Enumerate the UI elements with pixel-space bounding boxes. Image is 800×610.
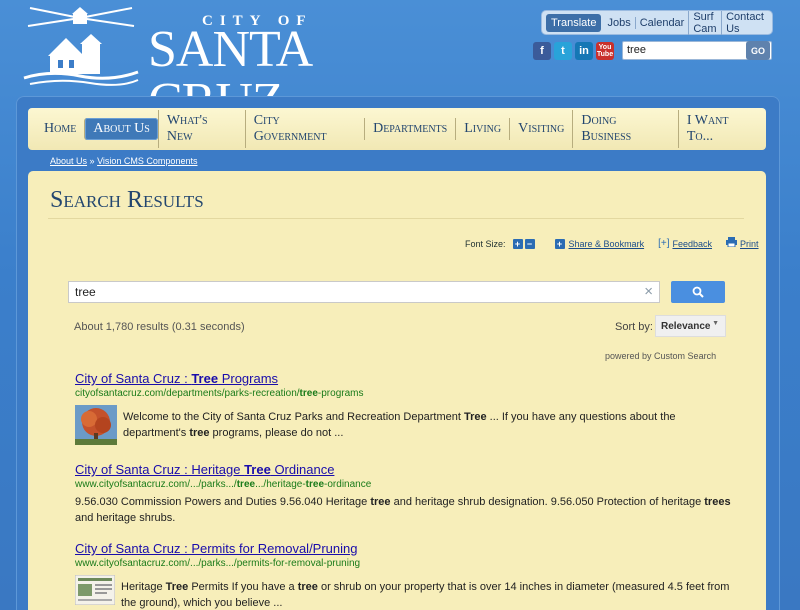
breadcrumb: About Us » Vision CMS Components	[50, 156, 197, 166]
powered-by-brand: Custom Search	[654, 351, 717, 361]
result-title-link[interactable]: City of Santa Cruz : Heritage Tree Ordin…	[75, 462, 735, 477]
site-logo[interactable]: CITY OF SANTA CRUZ	[20, 4, 440, 128]
nav-about-us[interactable]: About Us	[84, 118, 158, 140]
surf-cam-link[interactable]: Surf Cam	[688, 10, 721, 35]
breadcrumb-separator: »	[89, 156, 95, 166]
search-result: City of Santa Cruz : Tree Programs cityo…	[75, 371, 735, 445]
chevron-down-icon: ▼	[712, 320, 719, 327]
breadcrumb-vision-cms[interactable]: Vision CMS Components	[97, 156, 197, 166]
facebook-icon[interactable]: f	[533, 42, 551, 60]
print-link[interactable]: Print	[740, 239, 759, 249]
sort-by-label: Sort by:	[615, 321, 653, 333]
calendar-link[interactable]: Calendar	[634, 16, 689, 29]
result-snippet: Heritage Tree Permits If you have a tree…	[121, 581, 730, 609]
nav-visiting[interactable]: Visiting	[509, 118, 572, 140]
nav-living[interactable]: Living	[455, 118, 509, 140]
feedback-icon: [+]	[658, 238, 670, 249]
search-query-text: tree	[75, 285, 96, 299]
result-snippet: Welcome to the City of Santa Cruz Parks …	[123, 411, 676, 439]
linkedin-icon[interactable]: in	[575, 42, 593, 60]
main-navigation: Home About Us What's New City Government…	[28, 108, 766, 150]
font-size-label: Font Size:	[465, 238, 506, 249]
magnifier-icon	[692, 286, 704, 298]
sort-select[interactable]: Relevance ▼	[655, 315, 726, 337]
font-decrease-icon[interactable]: −	[524, 238, 535, 249]
utility-nav: Translate Jobs Calendar Surf Cam Contact…	[541, 10, 773, 35]
social-links: f t in You Tube	[533, 42, 614, 60]
result-thumbnail-tree-image	[75, 405, 117, 445]
translate-button[interactable]: Translate	[546, 13, 602, 32]
jobs-link[interactable]: Jobs	[603, 17, 634, 29]
feedback-link[interactable]: Feedback	[672, 239, 712, 249]
nav-i-want-to[interactable]: I Want To...	[677, 110, 766, 148]
search-result: City of Santa Cruz : Heritage Tree Ordin…	[75, 462, 735, 526]
site-search-go-button[interactable]: GO	[746, 41, 770, 60]
result-count: About 1,780 results (0.31 seconds)	[74, 321, 245, 333]
nav-home[interactable]: Home	[36, 118, 84, 140]
contact-us-link[interactable]: Contact Us	[721, 10, 768, 35]
share-plus-icon: +	[554, 238, 565, 249]
share-bookmark-link[interactable]: Share & Bookmark	[569, 239, 645, 249]
result-url: www.cityofsantacruz.com/.../parks.../tre…	[75, 479, 372, 490]
search-results-input[interactable]: tree ×	[68, 281, 660, 303]
nav-doing-business[interactable]: Doing Business	[572, 110, 677, 148]
sort-select-value: Relevance	[661, 321, 711, 332]
youtube-icon[interactable]: You Tube	[596, 42, 614, 60]
result-thumbnail-document-image	[75, 575, 115, 605]
font-increase-icon[interactable]: +	[512, 238, 523, 249]
result-snippet: 9.56.030 Commission Powers and Duties 9.…	[75, 496, 731, 524]
nav-whats-new[interactable]: What's New	[157, 110, 245, 148]
breadcrumb-about-us[interactable]: About Us	[50, 156, 87, 166]
result-url: www.cityofsantacruz.com/.../parks.../per…	[75, 558, 361, 569]
powered-by: powered by Custom Search	[605, 351, 716, 361]
page-tools: Font Size: + − + Share & Bookmark [+] Fe…	[465, 237, 759, 250]
search-result: City of Santa Cruz : Permits for Removal…	[75, 541, 735, 610]
powered-by-label: powered by	[605, 351, 652, 361]
content-area: Search Results Font Size: + − + Share & …	[28, 171, 766, 610]
result-title-link[interactable]: City of Santa Cruz : Tree Programs	[75, 371, 735, 386]
title-divider	[48, 218, 744, 219]
clear-search-icon[interactable]: ×	[644, 283, 653, 300]
search-submit-button[interactable]	[671, 281, 725, 303]
nav-city-government[interactable]: City Government	[244, 110, 364, 148]
printer-icon	[726, 237, 738, 250]
nav-departments[interactable]: Departments	[364, 118, 455, 140]
lighthouse-logo-icon	[23, 7, 139, 86]
result-url: cityofsantacruz.com/departments/parks-re…	[75, 388, 364, 399]
twitter-icon[interactable]: t	[554, 42, 572, 60]
result-title-link[interactable]: City of Santa Cruz : Permits for Removal…	[75, 541, 735, 556]
page-title: Search Results	[50, 187, 204, 213]
